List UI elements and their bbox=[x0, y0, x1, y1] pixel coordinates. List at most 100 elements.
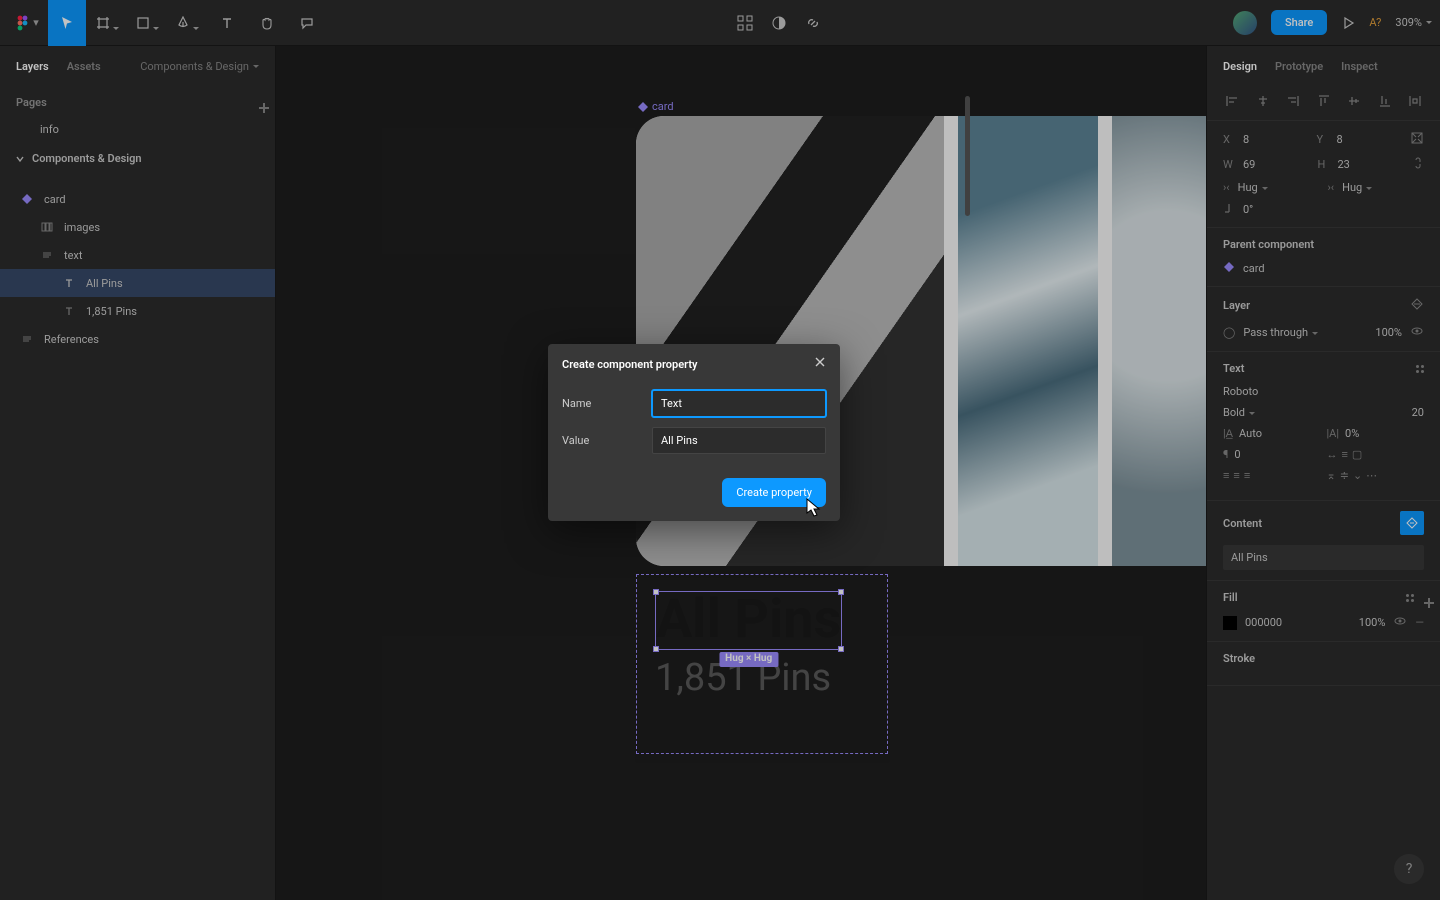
fill-opacity-input[interactable]: 100% bbox=[1359, 616, 1386, 629]
parent-component-label: Parent component bbox=[1223, 238, 1314, 251]
resize-h-dropdown[interactable]: Hug bbox=[1342, 181, 1424, 194]
fill-visibility-toggle[interactable] bbox=[1393, 614, 1407, 631]
shape-tool-button[interactable] bbox=[128, 0, 166, 46]
canvas-scrollbar[interactable] bbox=[965, 96, 970, 216]
resize-handle[interactable] bbox=[653, 589, 659, 595]
layer-images[interactable]: images bbox=[0, 213, 275, 241]
visibility-toggle[interactable] bbox=[1410, 324, 1424, 341]
main-menu-button[interactable]: ▾ bbox=[8, 0, 46, 46]
fill-swatch[interactable] bbox=[1223, 616, 1237, 630]
parent-component-name[interactable]: card bbox=[1243, 262, 1265, 275]
layer-label: 1,851 Pins bbox=[86, 305, 137, 318]
inspect-tab[interactable]: Inspect bbox=[1341, 60, 1378, 73]
content-section-label: Content bbox=[1223, 517, 1262, 530]
resize-w-dropdown[interactable]: Hug bbox=[1238, 181, 1320, 194]
property-name-input[interactable] bbox=[652, 390, 826, 417]
rotation-input[interactable]: 0° bbox=[1243, 203, 1424, 216]
resize-handle[interactable] bbox=[653, 646, 659, 652]
align-top-text-button[interactable]: ⌅ bbox=[1327, 469, 1336, 482]
move-tool-button[interactable] bbox=[48, 0, 86, 46]
auto-height-button[interactable]: ≡ bbox=[1342, 448, 1348, 461]
align-vcenter-button[interactable] bbox=[1345, 92, 1363, 110]
layer-opacity-input[interactable]: 100% bbox=[1375, 326, 1402, 339]
fill-style-button[interactable] bbox=[1406, 594, 1414, 602]
resize-handle[interactable] bbox=[838, 646, 844, 652]
figma-logo-icon bbox=[15, 15, 31, 31]
line-height-input[interactable]: Auto bbox=[1239, 427, 1262, 440]
page-info[interactable]: info bbox=[0, 115, 275, 144]
layer-text[interactable]: text bbox=[0, 241, 275, 269]
property-value-input[interactable] bbox=[652, 427, 826, 454]
w-input[interactable]: 69 bbox=[1243, 158, 1310, 171]
x-input[interactable]: 8 bbox=[1243, 133, 1309, 146]
align-bottom-text-button[interactable]: ⌄ bbox=[1353, 469, 1362, 482]
apply-text-property-button[interactable] bbox=[1400, 511, 1424, 535]
layer-all-pins[interactable]: All Pins bbox=[0, 269, 275, 297]
type-settings-button[interactable]: ⋯ bbox=[1366, 469, 1377, 482]
align-right-button[interactable] bbox=[1284, 92, 1302, 110]
remove-fill-button[interactable]: — bbox=[1415, 616, 1424, 629]
auto-width-button[interactable]: ↔ bbox=[1327, 448, 1338, 461]
text-frame-selection[interactable]: All Pins Hug × Hug 1,851 Pins bbox=[636, 574, 888, 754]
auto-layout-icon bbox=[40, 220, 54, 234]
layer-card[interactable]: card bbox=[0, 185, 275, 213]
user-avatar[interactable] bbox=[1233, 11, 1257, 35]
design-tab[interactable]: Design bbox=[1223, 60, 1257, 73]
component-frame-label[interactable]: card bbox=[638, 100, 674, 113]
share-button[interactable]: Share bbox=[1271, 10, 1327, 35]
dev-mode-button[interactable]: A? bbox=[1369, 16, 1381, 29]
file-dropdown[interactable]: Components & Design bbox=[140, 60, 259, 73]
align-left-text-button[interactable]: ≡ bbox=[1223, 469, 1229, 482]
align-bottom-button[interactable] bbox=[1376, 92, 1394, 110]
comment-tool-button[interactable] bbox=[288, 0, 326, 46]
paragraph-spacing-input[interactable]: 0 bbox=[1234, 448, 1240, 461]
align-top-button[interactable] bbox=[1315, 92, 1333, 110]
fill-hex-input[interactable]: 000000 bbox=[1245, 616, 1282, 629]
align-left-button[interactable] bbox=[1223, 92, 1241, 110]
font-size-input[interactable]: 20 bbox=[1412, 406, 1424, 419]
letter-spacing-input[interactable]: 0% bbox=[1345, 427, 1359, 440]
frame-tool-button[interactable] bbox=[88, 0, 126, 46]
align-right-text-button[interactable]: ≡ bbox=[1244, 469, 1250, 482]
layer-section-label: Layer bbox=[1223, 299, 1250, 312]
page-section-label: Components & Design bbox=[32, 152, 142, 165]
blend-mode-dropdown[interactable]: Pass through bbox=[1243, 326, 1367, 339]
content-value-input[interactable]: All Pins bbox=[1223, 545, 1424, 570]
page-components-design[interactable]: Components & Design bbox=[0, 144, 275, 173]
present-button[interactable] bbox=[1341, 0, 1355, 46]
y-input[interactable]: 8 bbox=[1337, 133, 1403, 146]
rectangle-icon bbox=[136, 16, 150, 30]
component-actions-button[interactable] bbox=[737, 0, 753, 46]
text-icon bbox=[220, 16, 234, 30]
layer-1851-pins[interactable]: 1,851 Pins bbox=[0, 297, 275, 325]
resize-handle[interactable] bbox=[838, 589, 844, 595]
align-hcenter-button[interactable] bbox=[1254, 92, 1272, 110]
prototype-tab[interactable]: Prototype bbox=[1275, 60, 1323, 73]
font-weight-dropdown[interactable]: Bold bbox=[1223, 406, 1404, 419]
align-middle-text-button[interactable]: ≑ bbox=[1340, 469, 1349, 482]
link-button[interactable] bbox=[805, 0, 821, 46]
fixed-size-button[interactable]: ▢ bbox=[1352, 448, 1362, 461]
selected-text-all-pins[interactable]: All Pins Hug × Hug bbox=[655, 591, 842, 650]
absolute-position-button[interactable] bbox=[1410, 131, 1424, 148]
layer-style-button[interactable] bbox=[1410, 297, 1424, 314]
h-input[interactable]: 23 bbox=[1338, 158, 1405, 171]
zoom-dropdown[interactable]: 309% bbox=[1395, 16, 1432, 29]
align-center-text-button[interactable]: ≡ bbox=[1233, 469, 1239, 482]
layer-label: images bbox=[64, 221, 100, 234]
link-icon bbox=[805, 15, 821, 31]
layer-label: All Pins bbox=[86, 277, 123, 290]
hand-tool-button[interactable] bbox=[248, 0, 286, 46]
text-tool-button[interactable] bbox=[208, 0, 246, 46]
font-family-dropdown[interactable]: Roboto bbox=[1223, 385, 1424, 398]
layer-references[interactable]: References bbox=[0, 325, 275, 353]
modal-close-button[interactable] bbox=[814, 356, 826, 372]
constrain-proportions-button[interactable] bbox=[1412, 156, 1424, 173]
mask-button[interactable] bbox=[771, 0, 787, 46]
layers-tab[interactable]: Layers bbox=[16, 60, 49, 73]
assets-tab[interactable]: Assets bbox=[67, 60, 101, 73]
help-button[interactable]: ? bbox=[1394, 854, 1424, 884]
distribute-button[interactable] bbox=[1406, 92, 1424, 110]
text-style-button[interactable] bbox=[1416, 365, 1424, 373]
pen-tool-button[interactable] bbox=[168, 0, 206, 46]
